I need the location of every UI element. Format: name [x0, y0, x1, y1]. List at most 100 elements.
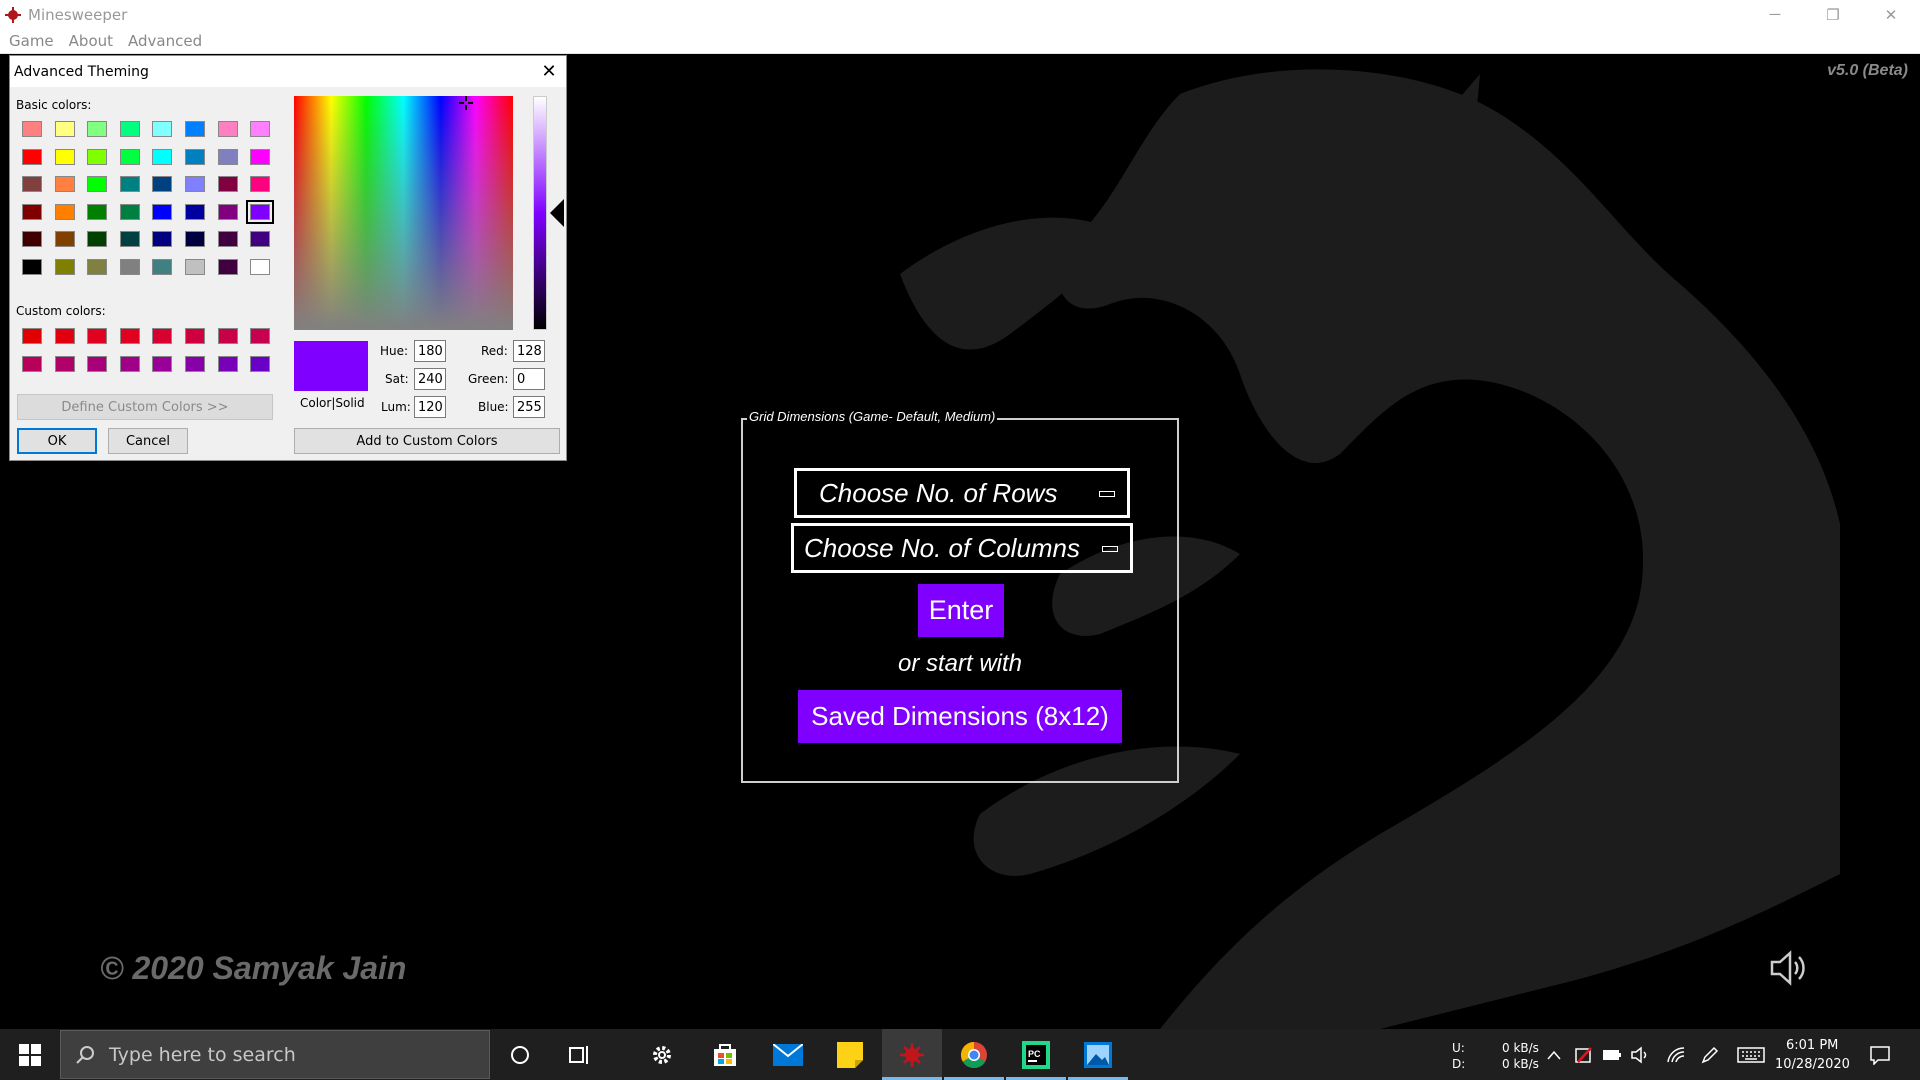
- blue-input[interactable]: 255: [513, 396, 545, 418]
- custom-color-swatch[interactable]: [250, 355, 271, 372]
- custom-color-swatch[interactable]: [22, 355, 42, 372]
- basic-color-swatch[interactable]: [250, 231, 271, 247]
- speaker-icon[interactable]: [1768, 950, 1808, 986]
- pen-icon[interactable]: [1698, 1029, 1722, 1080]
- custom-color-swatch[interactable]: [250, 328, 271, 344]
- basic-color-swatch[interactable]: [185, 258, 205, 275]
- basic-color-swatch[interactable]: [185, 148, 205, 165]
- basic-color-swatch[interactable]: [152, 203, 173, 220]
- pycharm-icon[interactable]: PC: [1006, 1029, 1066, 1080]
- basic-color-swatch[interactable]: [185, 176, 205, 192]
- basic-color-swatch[interactable]: [246, 199, 275, 224]
- basic-color-swatch[interactable]: [87, 203, 108, 220]
- saved-dimensions-button[interactable]: Saved Dimensions (8x12): [798, 690, 1122, 743]
- basic-color-swatch[interactable]: [87, 231, 108, 247]
- menu-game[interactable]: Game: [9, 32, 54, 50]
- custom-color-swatch[interactable]: [185, 355, 205, 372]
- custom-color-swatch[interactable]: [54, 355, 75, 372]
- ok-button[interactable]: OK: [17, 428, 97, 454]
- basic-color-swatch[interactable]: [87, 258, 108, 275]
- basic-color-swatch[interactable]: [119, 121, 140, 137]
- basic-color-swatch[interactable]: [119, 258, 140, 275]
- basic-color-swatch[interactable]: [87, 121, 108, 137]
- battery-icon[interactable]: [1600, 1029, 1624, 1080]
- custom-color-swatch[interactable]: [54, 328, 75, 344]
- custom-color-swatch[interactable]: [87, 355, 108, 372]
- basic-color-swatch[interactable]: [119, 203, 140, 220]
- basic-color-swatch[interactable]: [250, 121, 271, 137]
- basic-color-swatch[interactable]: [152, 148, 173, 165]
- basic-color-swatch[interactable]: [217, 176, 238, 192]
- columns-dropdown[interactable]: Choose No. of Columns: [791, 523, 1133, 573]
- menu-about[interactable]: About: [69, 32, 113, 50]
- enter-button[interactable]: Enter: [918, 584, 1004, 637]
- rows-dropdown[interactable]: Choose No. of Rows: [794, 468, 1130, 518]
- wifi-icon[interactable]: [1664, 1029, 1688, 1080]
- basic-color-swatch[interactable]: [185, 231, 205, 247]
- restore-button[interactable]: ❐: [1804, 0, 1862, 29]
- cortana-icon[interactable]: [490, 1029, 550, 1080]
- mail-icon[interactable]: [758, 1029, 818, 1080]
- dialog-close-icon[interactable]: ✕: [538, 60, 560, 82]
- basic-color-swatch[interactable]: [54, 203, 75, 220]
- security-alert-icon[interactable]: [1572, 1029, 1596, 1080]
- basic-color-swatch[interactable]: [54, 176, 75, 192]
- volume-icon[interactable]: [1628, 1029, 1652, 1080]
- taskbar-search-box[interactable]: Type here to search: [60, 1030, 490, 1079]
- minimize-button[interactable]: ─: [1746, 0, 1804, 29]
- store-icon[interactable]: [695, 1029, 755, 1080]
- custom-color-swatch[interactable]: [119, 328, 140, 344]
- basic-color-swatch[interactable]: [152, 121, 173, 137]
- custom-color-swatch[interactable]: [217, 328, 238, 344]
- red-input[interactable]: 128: [513, 340, 545, 362]
- basic-color-swatch[interactable]: [54, 148, 75, 165]
- green-input[interactable]: 0: [513, 368, 545, 390]
- luminance-slider[interactable]: [533, 96, 547, 330]
- basic-color-swatch[interactable]: [152, 231, 173, 247]
- basic-color-swatch[interactable]: [217, 258, 238, 275]
- basic-color-swatch[interactable]: [185, 203, 205, 220]
- basic-color-swatch[interactable]: [250, 176, 271, 192]
- color-spectrum[interactable]: [294, 96, 513, 330]
- custom-color-swatch[interactable]: [87, 328, 108, 344]
- custom-color-swatch[interactable]: [185, 328, 205, 344]
- basic-color-swatch[interactable]: [22, 203, 42, 220]
- basic-color-swatch[interactable]: [119, 148, 140, 165]
- custom-color-swatch[interactable]: [217, 355, 238, 372]
- basic-color-swatch[interactable]: [152, 176, 173, 192]
- basic-color-swatch[interactable]: [250, 148, 271, 165]
- sticky-notes-icon[interactable]: [820, 1029, 880, 1080]
- luminance-arrow-icon[interactable]: [550, 199, 564, 227]
- task-view-icon[interactable]: [550, 1029, 610, 1080]
- custom-color-swatch[interactable]: [152, 355, 173, 372]
- cancel-button[interactable]: Cancel: [108, 428, 188, 454]
- add-to-custom-colors-button[interactable]: Add to Custom Colors: [294, 428, 560, 454]
- photos-icon[interactable]: [1068, 1029, 1128, 1080]
- basic-color-swatch[interactable]: [22, 231, 42, 247]
- basic-color-swatch[interactable]: [217, 148, 238, 165]
- define-custom-colors-button[interactable]: Define Custom Colors >>: [17, 394, 273, 420]
- clock-date[interactable]: 10/28/2020: [1775, 1057, 1850, 1072]
- basic-color-swatch[interactable]: [152, 258, 173, 275]
- basic-color-swatch[interactable]: [54, 231, 75, 247]
- notifications-icon[interactable]: [1862, 1029, 1898, 1080]
- basic-color-swatch[interactable]: [185, 121, 205, 137]
- basic-color-swatch[interactable]: [250, 258, 271, 275]
- hue-input[interactable]: 180: [414, 340, 446, 362]
- clock-time[interactable]: 6:01 PM: [1786, 1038, 1838, 1053]
- basic-color-swatch[interactable]: [54, 258, 75, 275]
- basic-color-swatch[interactable]: [87, 176, 108, 192]
- basic-color-swatch[interactable]: [22, 176, 42, 192]
- keyboard-icon[interactable]: [1734, 1029, 1768, 1080]
- settings-gear-icon[interactable]: [632, 1029, 692, 1080]
- basic-color-swatch[interactable]: [119, 231, 140, 247]
- basic-color-swatch[interactable]: [217, 231, 238, 247]
- basic-color-swatch[interactable]: [22, 121, 42, 137]
- basic-color-swatch[interactable]: [217, 203, 238, 220]
- basic-color-swatch[interactable]: [22, 148, 42, 165]
- menu-advanced[interactable]: Advanced: [128, 32, 202, 50]
- lum-input[interactable]: 120: [414, 396, 446, 418]
- basic-color-swatch[interactable]: [217, 121, 238, 137]
- basic-color-swatch[interactable]: [54, 121, 75, 137]
- start-button[interactable]: [0, 1029, 60, 1080]
